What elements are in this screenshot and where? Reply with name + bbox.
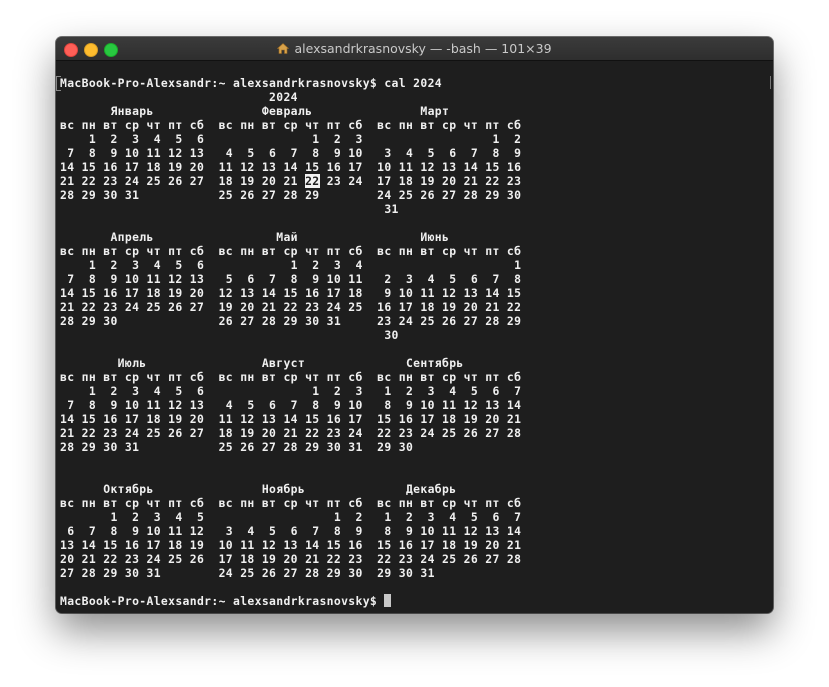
calendar-line: 27 28 29 30 31 24 25 26 27 28 29 30 29 3… xyxy=(60,566,435,580)
title-bar[interactable]: alexsandrkrasnovsky — -bash — 101×39 xyxy=(56,37,773,61)
calendar-line: Октябрь Ноябрь Декабрь xyxy=(60,482,457,496)
calendar-line: 30 xyxy=(60,328,399,342)
calendar-line: 1 2 3 4 5 6 1 2 3 1 2 xyxy=(60,132,522,146)
scroll-marker xyxy=(767,76,771,89)
calendar-line: 6 7 8 9 10 11 12 3 4 5 6 7 8 9 8 9 10 11… xyxy=(60,524,522,538)
calendar-line: вс пн вт ср чт пт сб вс пн вт ср чт пт с… xyxy=(60,370,522,384)
calendar-line: Июль Август Сентябрь xyxy=(60,356,464,370)
calendar-line: 28 29 30 26 27 28 29 30 31 23 24 25 26 2… xyxy=(60,314,522,328)
calendar-line: 21 22 23 24 25 26 27 18 19 20 21 22 23 2… xyxy=(60,426,522,440)
window-title: alexsandrkrasnovsky — -bash — 101×39 xyxy=(294,41,552,56)
terminal-window: alexsandrkrasnovsky — -bash — 101×39 Mac… xyxy=(56,37,773,613)
calendar-line: 20 21 22 23 24 25 26 17 18 19 20 21 22 2… xyxy=(60,552,522,566)
home-icon xyxy=(277,43,290,54)
window-title-container: alexsandrkrasnovsky — -bash — 101×39 xyxy=(56,37,773,60)
calendar-line: 1 2 3 4 5 6 1 2 3 1 2 3 4 5 6 7 xyxy=(60,384,522,398)
calendar-line: 28 29 30 31 25 26 27 28 29 30 31 29 30 xyxy=(60,440,414,454)
text-cursor xyxy=(384,594,392,607)
calendar-line: 2024 xyxy=(60,90,298,104)
today-highlight: 22 xyxy=(305,174,320,188)
calendar-line: 14 15 16 17 18 19 20 11 12 13 14 15 16 1… xyxy=(60,412,522,426)
calendar-line: 14 15 16 17 18 19 20 11 12 13 14 15 16 1… xyxy=(60,160,522,174)
command-line: MacBook-Pro-Alexsandr:~ alexsandrkrasnov… xyxy=(60,76,443,90)
calendar-line: 13 14 15 16 17 18 19 10 11 12 13 14 15 1… xyxy=(60,538,522,552)
calendar-line: вс пн вт ср чт пт сб вс пн вт ср чт пт с… xyxy=(60,244,522,258)
calendar-line: вс пн вт ср чт пт сб вс пн вт ср чт пт с… xyxy=(60,496,522,510)
calendar-line: 31 xyxy=(60,202,399,216)
calendar-line: 7 8 9 10 11 12 13 4 5 6 7 8 9 10 8 9 10 … xyxy=(60,398,522,412)
calendar-line: Январь Февраль Март xyxy=(60,104,450,118)
calendar-line: 7 8 9 10 11 12 13 4 5 6 7 8 9 10 3 4 5 6… xyxy=(60,146,522,160)
calendar-line: вс пн вт ср чт пт сб вс пн вт ср чт пт с… xyxy=(60,118,522,132)
calendar-line: Апрель Май Июнь xyxy=(60,230,450,244)
calendar-line: 7 8 9 10 11 12 13 5 6 7 8 9 10 11 2 3 4 … xyxy=(60,272,522,286)
calendar-line: 28 29 30 31 25 26 27 28 29 24 25 26 27 2… xyxy=(60,188,522,202)
calendar-line: 14 15 16 17 18 19 20 12 13 14 15 16 17 1… xyxy=(60,286,522,300)
calendar-line: 1 2 3 4 5 6 1 2 3 4 1 xyxy=(60,258,522,272)
calendar-line: 21 22 23 24 25 26 27 19 20 21 22 23 24 2… xyxy=(60,300,522,314)
final-prompt: MacBook-Pro-Alexsandr:~ alexsandrkrasnov… xyxy=(60,594,385,608)
calendar-line: 21 22 23 24 25 26 27 18 19 20 21 22 23 2… xyxy=(60,174,522,188)
final-prompt-line[interactable]: MacBook-Pro-Alexsandr:~ alexsandrkrasnov… xyxy=(60,594,392,608)
terminal-content[interactable]: MacBook-Pro-Alexsandr:~ alexsandrkrasnov… xyxy=(56,61,773,613)
calendar-line: 1 2 3 4 5 1 2 1 2 3 4 5 6 7 xyxy=(60,510,522,524)
